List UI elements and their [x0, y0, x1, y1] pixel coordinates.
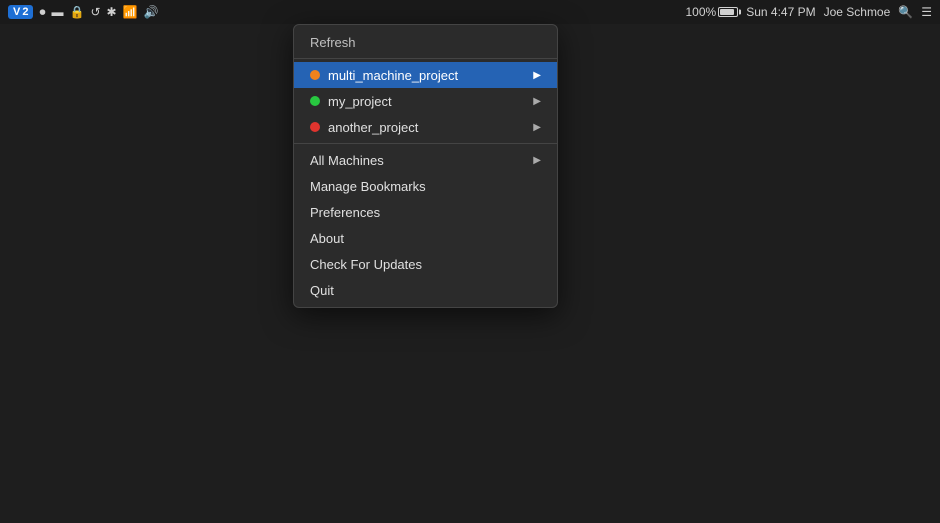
battery-icon-left: ▬: [51, 5, 63, 19]
record-icon: ⏺: [39, 5, 45, 20]
refresh-icon: ↺: [90, 5, 100, 19]
menu-item-quit[interactable]: Quit: [294, 277, 557, 303]
menu-item-my-project[interactable]: my_project ▶: [294, 88, 557, 114]
menu-item-refresh[interactable]: Refresh: [294, 29, 557, 55]
divider-2: [294, 143, 557, 144]
about-label: About: [310, 231, 541, 246]
menubar-left: V 2 ⏺ ▬ 🔒 ↺ ✱ 📶 🔊: [8, 5, 158, 20]
dot-green-icon: [310, 96, 320, 106]
submenu-arrow-icon-3: ▶: [533, 122, 541, 133]
multi-machine-project-label: multi_machine_project: [328, 68, 533, 83]
menu-icon[interactable]: ☰: [921, 5, 932, 19]
datetime: Sun 4:47 PM: [746, 5, 815, 19]
menu-item-all-machines[interactable]: All Machines ▶: [294, 147, 557, 173]
app-icon[interactable]: V 2: [8, 5, 33, 19]
battery-bar: [718, 7, 738, 17]
another-project-label: another_project: [328, 120, 533, 135]
menu-item-check-updates[interactable]: Check For Updates: [294, 251, 557, 277]
quit-label: Quit: [310, 283, 541, 298]
lock-icon: 🔒: [69, 5, 84, 19]
volume-icon: 🔊: [144, 5, 159, 19]
manage-bookmarks-label: Manage Bookmarks: [310, 179, 541, 194]
menu-item-manage-bookmarks[interactable]: Manage Bookmarks: [294, 173, 557, 199]
bluetooth-icon: ✱: [107, 5, 117, 19]
menubar: V 2 ⏺ ▬ 🔒 ↺ ✱ 📶 🔊 100% Sun 4:47 PM Joe S…: [0, 0, 940, 24]
menu-item-preferences[interactable]: Preferences: [294, 199, 557, 225]
menu-item-multi-machine-project[interactable]: multi_machine_project ▶: [294, 62, 557, 88]
my-project-label: my_project: [328, 94, 533, 109]
dot-orange-icon: [310, 70, 320, 80]
submenu-arrow-icon-2: ▶: [533, 96, 541, 107]
wifi-icon: 📶: [123, 5, 138, 19]
menu-item-about[interactable]: About: [294, 225, 557, 251]
app-icon-letter: V: [13, 6, 20, 18]
all-machines-label: All Machines: [310, 153, 533, 168]
battery-container: 100%: [686, 5, 739, 19]
search-icon[interactable]: 🔍: [898, 5, 913, 19]
app-icon-badge: 2: [22, 6, 28, 18]
dropdown-menu: Refresh multi_machine_project ▶ my_proje…: [293, 24, 558, 308]
menu-item-another-project[interactable]: another_project ▶: [294, 114, 557, 140]
menubar-right: 100% Sun 4:47 PM Joe Schmoe 🔍 ☰: [686, 5, 933, 19]
refresh-label: Refresh: [310, 35, 541, 50]
preferences-label: Preferences: [310, 205, 541, 220]
submenu-arrow-icon-1: ▶: [533, 70, 541, 81]
check-updates-label: Check For Updates: [310, 257, 541, 272]
battery-fill: [720, 9, 734, 15]
divider-1: [294, 58, 557, 59]
submenu-arrow-icon-4: ▶: [533, 155, 541, 166]
username: Joe Schmoe: [824, 5, 891, 19]
battery-percentage: 100%: [686, 5, 717, 19]
dot-red-icon: [310, 122, 320, 132]
